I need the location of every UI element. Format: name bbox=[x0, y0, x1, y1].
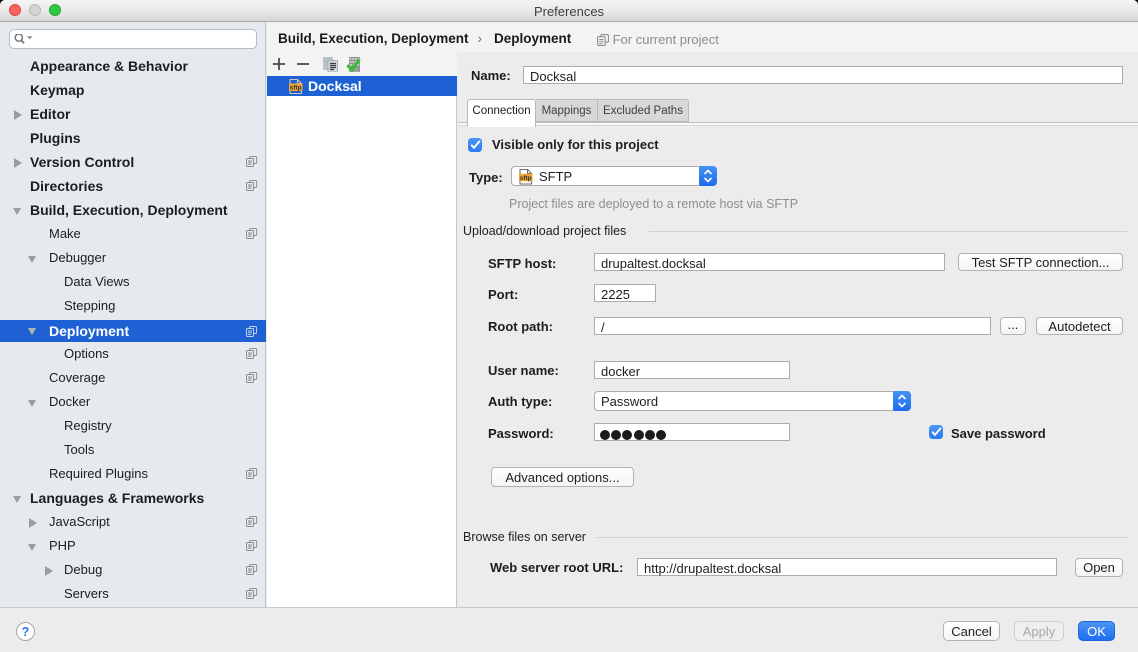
svg-text:sftp: sftp bbox=[520, 175, 532, 182]
svg-text:sftp: sftp bbox=[290, 85, 302, 92]
